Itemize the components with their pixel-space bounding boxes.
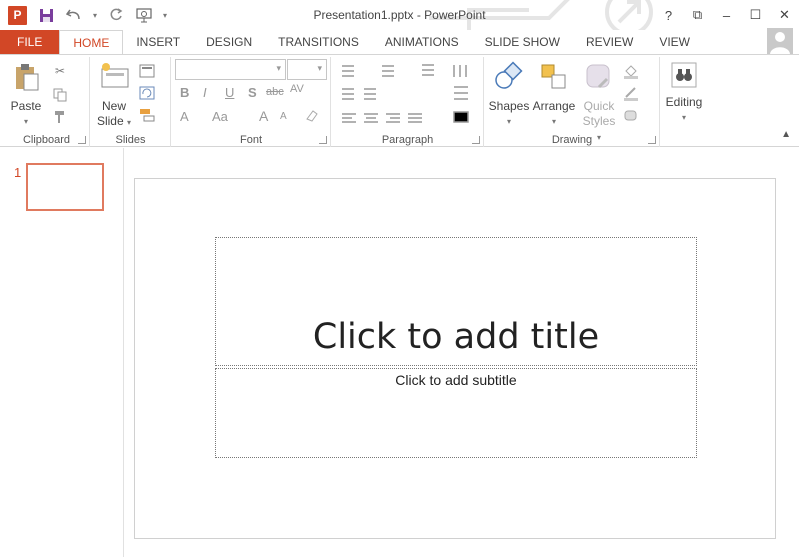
tab-insert[interactable]: INSERT xyxy=(123,30,193,54)
powerpoint-window: P ▾ ▾ Presentation1.pptx - PowerPoint ? … xyxy=(0,0,799,557)
user-avatar[interactable] xyxy=(767,28,793,54)
section-icon[interactable] xyxy=(139,107,155,123)
cut-icon[interactable]: ✂ xyxy=(52,63,68,79)
paste-label: Paste xyxy=(10,99,42,113)
character-spacing-button[interactable]: AV xyxy=(290,83,304,95)
ribbon-display-options-button[interactable]: ⧉ xyxy=(683,4,712,26)
font-group: B I U S abc AV A Aa A A Font xyxy=(172,57,331,147)
slides-group: New Slide ▾ Slides xyxy=(91,57,171,147)
find-binoculars-icon xyxy=(671,62,697,88)
title-bar: P ▾ ▾ Presentation1.pptx - PowerPoint ? … xyxy=(0,0,799,30)
slide-editing-area: Click to add title Click to add subtitle xyxy=(125,148,799,557)
italic-button[interactable]: I xyxy=(203,85,207,100)
reset-icon[interactable] xyxy=(139,85,155,101)
layout-icon[interactable] xyxy=(139,63,155,79)
new-slide-label-1: New xyxy=(101,99,126,113)
tab-slide-show[interactable]: SLIDE SHOW xyxy=(472,30,573,54)
quick-styles-label-2: Styles xyxy=(582,114,616,128)
editing-button[interactable]: Editing ▾ xyxy=(663,61,705,125)
new-slide-icon xyxy=(101,63,129,88)
paragraph-launcher-icon[interactable] xyxy=(472,136,480,144)
drawing-launcher-icon[interactable] xyxy=(648,136,656,144)
font-launcher-icon[interactable] xyxy=(319,136,327,144)
shrink-font-button[interactable]: A xyxy=(280,111,287,122)
tab-animations[interactable]: ANIMATIONS xyxy=(372,30,472,54)
slide-thumbnail[interactable] xyxy=(26,163,104,211)
change-case-button[interactable]: Aa xyxy=(212,109,228,124)
shapes-dropdown-icon[interactable]: ▾ xyxy=(487,114,531,129)
format-painter-icon[interactable] xyxy=(52,109,68,125)
clear-formatting-icon[interactable] xyxy=(304,108,320,124)
shape-fill-icon[interactable] xyxy=(623,63,639,79)
slide-canvas[interactable]: Click to add title Click to add subtitle xyxy=(134,178,776,539)
shape-outline-icon[interactable] xyxy=(623,85,639,101)
paragraph-group-label: Paragraph xyxy=(381,134,434,146)
clipboard-group-label: Clipboard xyxy=(22,134,71,146)
ribbon-tabs: FILE HOME INSERT DESIGN TRANSITIONS ANIM… xyxy=(0,28,799,55)
title-placeholder[interactable]: Click to add title xyxy=(215,237,697,366)
shape-effects-icon[interactable] xyxy=(623,107,639,123)
quick-styles-label-1: Quick xyxy=(583,99,615,113)
collapse-ribbon-icon[interactable]: ▲ xyxy=(781,129,791,140)
tab-design[interactable]: DESIGN xyxy=(193,30,265,54)
font-size-combo[interactable] xyxy=(287,59,327,80)
arrange-label: Arrange xyxy=(532,99,576,113)
editing-label: Editing xyxy=(665,95,703,109)
paste-button[interactable]: Paste ▾ xyxy=(6,61,46,129)
text-shadow-button[interactable]: S xyxy=(248,85,257,100)
strikethrough-button[interactable]: abc xyxy=(266,86,284,98)
ribbon-home: Paste ▾ ✂ Clipboard New Slide ▾ Slides ▾… xyxy=(0,54,799,147)
editing-dropdown-icon[interactable]: ▾ xyxy=(663,110,705,125)
tab-review[interactable]: REVIEW xyxy=(573,30,646,54)
clipboard-launcher-icon[interactable] xyxy=(78,136,86,144)
grow-font-button[interactable]: A xyxy=(259,108,268,124)
arrange-button[interactable]: Arrange ▾ xyxy=(531,61,577,129)
slide-thumbnail-pane: 1 xyxy=(0,148,124,557)
tab-file[interactable]: FILE xyxy=(0,30,60,54)
close-button[interactable]: ✕ xyxy=(770,4,799,26)
tab-transitions[interactable]: TRANSITIONS xyxy=(265,30,372,54)
font-color-button[interactable]: A xyxy=(180,109,189,124)
quick-styles-button[interactable]: Quick Styles ▾ xyxy=(579,61,619,145)
shapes-icon xyxy=(495,61,523,89)
tab-view[interactable]: VIEW xyxy=(646,30,703,54)
shapes-label: Shapes xyxy=(488,99,530,113)
drawing-group: Shapes ▾ Arrange ▾ Quick Styles ▾ Drawin… xyxy=(485,57,660,147)
paragraph-group: Paragraph xyxy=(332,57,484,147)
new-slide-label-2: Slide xyxy=(96,114,124,128)
editing-group: Editing ▾ xyxy=(661,57,707,147)
paste-dropdown-icon[interactable]: ▾ xyxy=(6,114,46,129)
new-slide-dropdown-icon[interactable]: ▾ xyxy=(127,118,131,127)
window-controls: ? ⧉ – ☐ ✕ xyxy=(654,4,799,26)
paragraph-tools-icons[interactable] xyxy=(338,62,478,124)
new-slide-button[interactable]: New Slide ▾ xyxy=(93,61,135,130)
arrange-icon xyxy=(541,64,566,89)
arrange-dropdown-icon[interactable]: ▾ xyxy=(531,114,577,129)
minimize-button[interactable]: – xyxy=(712,4,741,26)
font-group-label: Font xyxy=(239,134,262,146)
slide-number: 1 xyxy=(14,165,22,180)
tab-home[interactable]: HOME xyxy=(59,30,124,55)
subtitle-placeholder[interactable]: Click to add subtitle xyxy=(215,368,697,458)
drawing-group-label: Drawing xyxy=(551,134,593,146)
clipboard-group: Paste ▾ ✂ Clipboard xyxy=(4,57,90,147)
copy-icon[interactable] xyxy=(52,87,68,103)
underline-button[interactable]: U xyxy=(225,85,234,100)
help-button[interactable]: ? xyxy=(654,4,683,26)
paste-icon xyxy=(16,64,39,91)
maximize-button[interactable]: ☐ xyxy=(741,4,770,26)
font-family-combo[interactable] xyxy=(175,59,286,80)
bold-button[interactable]: B xyxy=(180,85,189,100)
quick-styles-icon xyxy=(586,64,610,89)
slides-group-label: Slides xyxy=(115,134,146,146)
shapes-button[interactable]: Shapes ▾ xyxy=(487,61,531,129)
